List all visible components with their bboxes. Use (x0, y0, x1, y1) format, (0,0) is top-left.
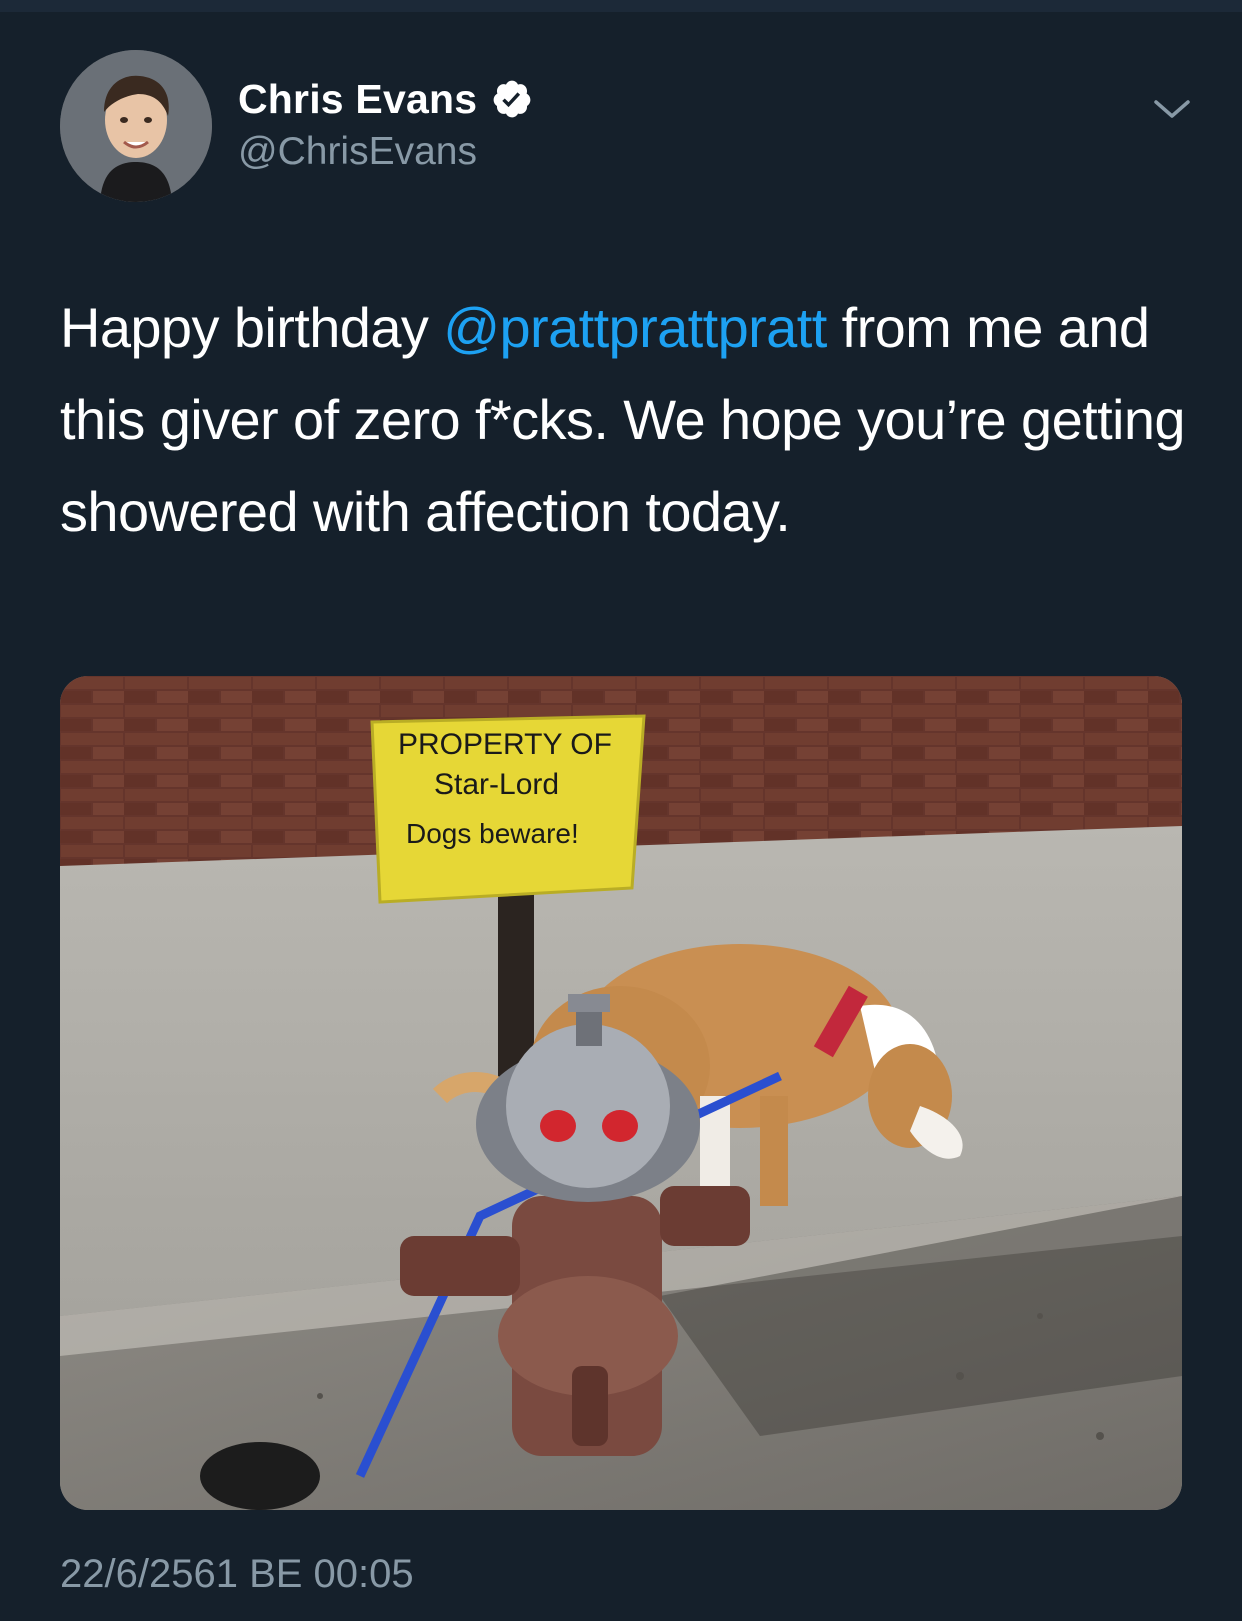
avatar[interactable] (60, 50, 212, 202)
tweet-card[interactable]: Chris Evans @ChrisEvans Happy birthday @… (0, 12, 1242, 1621)
verified-badge-icon (493, 80, 531, 118)
sign-line-3: Dogs beware! (406, 818, 579, 849)
tweet-photo[interactable]: PROPERTY OF Star-Lord Dogs beware! (60, 676, 1182, 1510)
tweet-text: Happy birthday @prattprattpratt from me … (60, 282, 1190, 558)
author-row[interactable]: Chris Evans (238, 74, 533, 124)
author-handle[interactable]: @ChrisEvans (238, 130, 477, 174)
tweet-text-start: Happy birthday (60, 296, 444, 359)
mention-link[interactable]: @prattprattpratt (443, 296, 827, 359)
chevron-down-icon[interactable] (1150, 94, 1194, 124)
top-bar (0, 0, 1242, 12)
sign-line-1: PROPERTY OF (398, 728, 612, 761)
sign-line-2: Star-Lord (434, 768, 560, 801)
tweet-timestamp[interactable]: 22/6/2561 BE 00:05 (60, 1552, 414, 1597)
author-name[interactable]: Chris Evans (238, 76, 477, 123)
